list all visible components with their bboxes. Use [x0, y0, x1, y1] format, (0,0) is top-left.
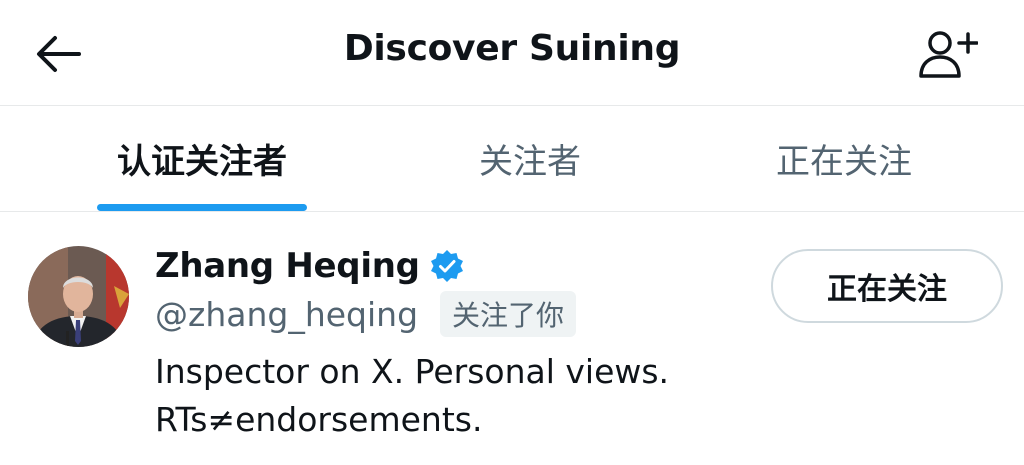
- person-add-icon: [919, 31, 978, 78]
- tab-verified-followers[interactable]: 认证关注者: [60, 106, 344, 211]
- bio-line: RTs≠endorsements.: [155, 400, 483, 439]
- add-user-button[interactable]: [912, 24, 984, 84]
- handle-row: @zhang_heqing 关注了你: [155, 291, 577, 337]
- bio-line: Inspector on X. Personal views.: [155, 352, 670, 391]
- tab-bar: 认证关注者 关注者 正在关注: [0, 106, 1024, 212]
- tab-label: 关注者: [479, 142, 581, 182]
- tab-label: 认证关注者: [117, 142, 287, 182]
- name-row: Zhang Heqing: [155, 244, 464, 288]
- user-handle: @zhang_heqing: [155, 294, 419, 334]
- following-button[interactable]: 正在关注: [771, 249, 1003, 323]
- verified-badge-icon: [430, 249, 464, 283]
- avatar-photo: [28, 246, 129, 347]
- user-bio: Inspector on X. Personal views. RTs≠endo…: [155, 348, 755, 444]
- avatar[interactable]: [28, 246, 129, 347]
- page-title: Discover Suining: [343, 28, 681, 69]
- top-bar: Discover Suining: [0, 0, 1024, 106]
- active-tab-indicator: [97, 204, 307, 211]
- tab-following[interactable]: 正在关注: [702, 106, 986, 211]
- tab-followers[interactable]: 关注者: [388, 106, 672, 211]
- follows-you-badge: 关注了你: [440, 291, 577, 337]
- following-button-label: 正在关注: [827, 272, 947, 307]
- tab-label: 正在关注: [776, 142, 912, 182]
- user-name[interactable]: Zhang Heqing: [155, 246, 420, 286]
